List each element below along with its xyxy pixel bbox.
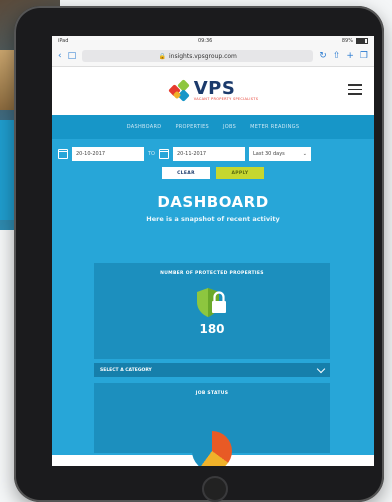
logo-mark-icon — [167, 79, 190, 102]
category-select[interactable]: SELECT A CATEGORY — [94, 363, 330, 377]
page-title: DASHBOARD — [157, 193, 269, 211]
date-filters: 20-10-2017 TO 20-11-2017 Last 30 days ⌄ — [52, 147, 374, 161]
chevron-down-icon — [316, 364, 326, 373]
logo-word: VPS — [193, 78, 236, 100]
site-header: VPS VACANT PROPERTY SPECIALISTS — [52, 67, 374, 115]
to-date-input[interactable]: 20-11-2017 — [173, 147, 245, 161]
browser-toolbar: ‹ □ 🔒 insights.vpsgroup.com ↻ ⇧ + ❐ — [52, 46, 374, 67]
device-label: iPad — [58, 38, 69, 44]
menu-icon[interactable] — [348, 84, 362, 98]
job-status-card: JOB STATUS — [94, 383, 330, 466]
new-tab-icon[interactable]: + — [346, 51, 354, 61]
back-icon[interactable]: ‹ — [58, 51, 62, 61]
nav-item-jobs[interactable]: JOBS — [223, 124, 236, 130]
range-select[interactable]: Last 30 days ⌄ — [249, 147, 311, 161]
tabs-icon[interactable]: ❐ — [360, 51, 368, 61]
tablet-screen: iPad 09:36 89% ‹ □ 🔒 insights.vpsgroup.c… — [52, 36, 374, 466]
main-nav: DASHBOARD PROPERTIES JOBS METER READINGS — [52, 115, 374, 139]
nav-item-meter-readings[interactable]: METER READINGS — [250, 124, 299, 130]
vps-logo[interactable]: VPS VACANT PROPERTY SPECIALISTS — [167, 78, 259, 102]
status-bar: iPad 09:36 89% — [52, 36, 374, 46]
clock: 09:36 — [197, 38, 213, 44]
reload-icon[interactable]: ↻ — [319, 51, 327, 61]
shield-lock-icon — [197, 288, 226, 317]
battery-percent: 89% — [341, 38, 353, 44]
logo-tagline: VACANT PROPERTY SPECIALISTS — [193, 97, 259, 102]
card-title: JOB STATUS — [195, 391, 229, 396]
to-label: TO — [148, 151, 155, 157]
protected-count: 180 — [199, 322, 225, 336]
nav-item-properties[interactable]: PROPERTIES — [175, 124, 209, 130]
lock-icon: 🔒 — [158, 52, 166, 60]
protected-properties-card: NUMBER OF PROTECTED PROPERTIES 180 — [94, 263, 330, 359]
nav-item-dashboard[interactable]: DASHBOARD — [127, 124, 162, 130]
dashboard-main: 20-10-2017 TO 20-11-2017 Last 30 days ⌄ … — [52, 139, 374, 466]
from-date-input[interactable]: 20-10-2017 — [72, 147, 144, 161]
job-status-donut — [192, 431, 232, 466]
apply-button[interactable]: APPLY — [216, 167, 264, 179]
home-button[interactable] — [202, 476, 228, 502]
page-subtitle: Here is a snapshot of recent activity — [146, 215, 280, 223]
battery-icon — [356, 38, 368, 44]
calendar-icon[interactable] — [159, 149, 169, 159]
card-title: NUMBER OF PROTECTED PROPERTIES — [160, 271, 264, 276]
url-text: insights.vpsgroup.com — [168, 52, 237, 60]
calendar-icon[interactable] — [58, 149, 68, 159]
clear-button[interactable]: CLEAR — [162, 167, 210, 179]
address-bar[interactable]: 🔒 insights.vpsgroup.com — [82, 50, 314, 62]
share-icon[interactable]: ⇧ — [333, 51, 341, 61]
tablet-device: iPad 09:36 89% ‹ □ 🔒 insights.vpsgroup.c… — [14, 6, 384, 502]
chevron-down-icon: ⌄ — [302, 151, 307, 157]
bookmarks-icon[interactable]: □ — [68, 51, 77, 61]
